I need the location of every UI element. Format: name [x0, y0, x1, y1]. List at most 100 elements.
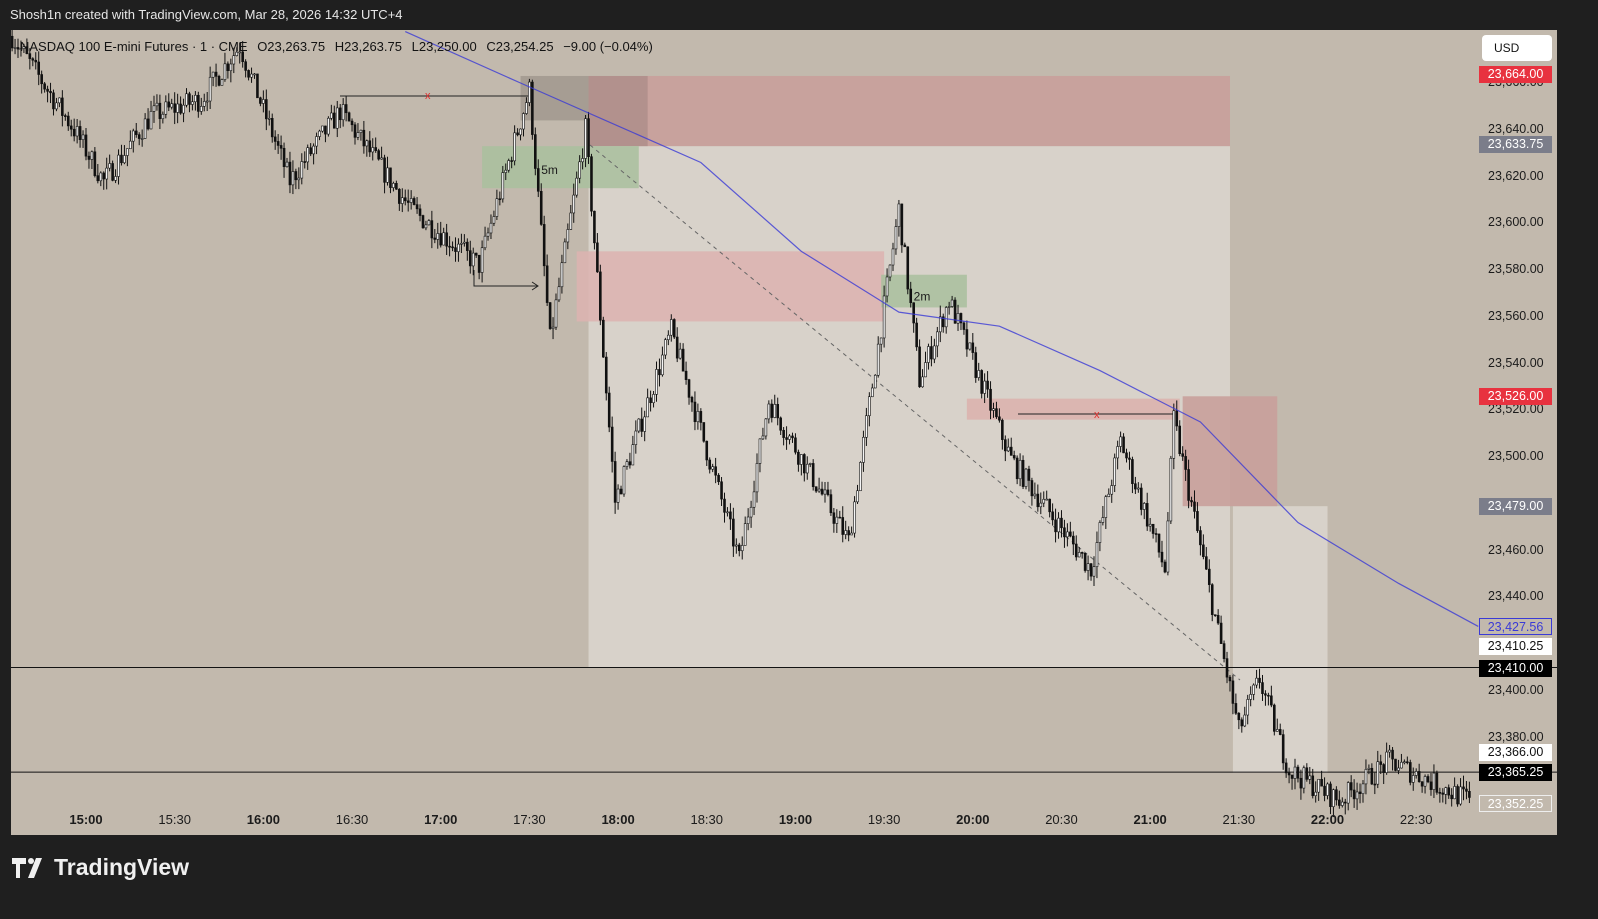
candle-down	[344, 104, 348, 114]
candle-down	[1187, 469, 1190, 501]
candle-down	[693, 401, 697, 423]
candle-down	[1009, 446, 1013, 456]
candle-up	[327, 117, 330, 135]
candle-down	[1222, 643, 1226, 659]
candle-up	[1376, 761, 1380, 785]
price-badge-ma: 23,427.56	[1479, 618, 1552, 636]
candle-down	[1290, 774, 1294, 779]
candle-up	[696, 411, 700, 423]
candle-down	[1083, 552, 1087, 571]
candle-down	[120, 154, 123, 164]
candle-up	[250, 73, 253, 78]
candle-up	[99, 172, 103, 182]
candle-up	[1039, 502, 1043, 508]
candle-down	[699, 411, 703, 423]
candle-down	[702, 422, 706, 442]
time-tick: 17:00	[424, 812, 458, 827]
candle-down	[980, 370, 983, 394]
candle-up	[318, 130, 321, 137]
candle-up	[1459, 786, 1462, 805]
candle-down	[1234, 703, 1238, 714]
candle-up	[788, 435, 791, 440]
zone-label-2m: 2m	[914, 289, 931, 303]
price-tick: 23,500.00	[1488, 449, 1544, 464]
chart-pane[interactable]: 5m 2m x x	[11, 30, 1557, 835]
candle-up	[463, 241, 466, 244]
candle-up	[1095, 542, 1099, 568]
candle-up	[669, 319, 673, 336]
candle-up	[267, 118, 271, 120]
currency-button[interactable]: USD	[1482, 35, 1552, 61]
candle-up	[554, 299, 558, 328]
candle-up	[504, 169, 508, 173]
symbol-title[interactable]: NASDAQ 100 E-mini Futures · 1 · CME	[20, 39, 248, 54]
candle-up	[1169, 457, 1173, 522]
price-chart[interactable]: 5m 2m x x	[11, 30, 1557, 835]
candle-down	[259, 97, 262, 104]
candle-down	[1270, 695, 1273, 706]
candle-down	[338, 107, 342, 121]
candle-down	[1465, 788, 1468, 792]
candle-down	[146, 118, 150, 130]
candle-down	[134, 130, 138, 135]
candle-up	[143, 118, 147, 139]
candle-up	[205, 100, 209, 103]
candle-down	[294, 171, 298, 181]
candle-down	[1338, 799, 1341, 806]
candle-down	[439, 233, 443, 246]
candle-up	[752, 491, 756, 508]
low-value: L23,250.00	[411, 39, 477, 54]
candle-down	[1450, 794, 1453, 800]
candle-down	[1012, 455, 1016, 459]
candle-down	[1468, 791, 1471, 798]
candle-down	[628, 461, 632, 466]
candle-down	[1462, 786, 1465, 790]
candle-up	[483, 235, 487, 249]
candle-up	[1107, 493, 1111, 497]
candle-up	[808, 463, 812, 465]
candle-up	[616, 488, 620, 503]
candle-up	[1137, 487, 1140, 490]
candle-down	[516, 132, 519, 136]
candle-down	[403, 197, 407, 202]
candle-down	[395, 183, 398, 190]
candle-up	[885, 276, 889, 297]
candle-up	[359, 129, 363, 133]
candle-down	[708, 459, 712, 470]
candle-down	[412, 198, 416, 205]
candle-up	[560, 262, 564, 288]
candle-up	[566, 229, 570, 243]
candle-up	[211, 71, 215, 78]
candle-down	[1391, 749, 1394, 760]
candle-up	[977, 370, 981, 378]
candle-up	[519, 128, 522, 136]
candle-down	[179, 103, 182, 114]
candle-up	[936, 331, 939, 347]
time-tick: 19:00	[778, 812, 813, 827]
ohlc-legend: NASDAQ 100 E-mini Futures · 1 · CME O23,…	[20, 39, 659, 54]
candle-down	[803, 454, 806, 474]
candle-down	[1199, 530, 1202, 546]
candle-up	[117, 154, 120, 177]
candle-down	[794, 437, 797, 453]
candle-up	[164, 101, 168, 115]
candle-up	[75, 126, 79, 137]
candle-up	[1092, 566, 1096, 577]
candle-down	[87, 155, 91, 160]
candle-up	[740, 545, 744, 552]
candle-down	[276, 141, 280, 146]
candle-up	[436, 233, 440, 240]
candle-up	[149, 111, 153, 130]
tradingview-logo-icon	[12, 857, 42, 878]
candle-up	[1385, 751, 1388, 773]
candle-up	[108, 163, 111, 169]
arrow-marker	[473, 270, 539, 291]
candle-up	[1066, 531, 1069, 538]
candle-down	[167, 101, 171, 108]
candle-down	[687, 379, 691, 398]
candle-down	[1036, 493, 1040, 508]
candle-down	[841, 517, 845, 535]
price-tick: 23,460.00	[1488, 542, 1544, 557]
candle-down	[66, 115, 70, 127]
candle-up	[297, 177, 301, 181]
